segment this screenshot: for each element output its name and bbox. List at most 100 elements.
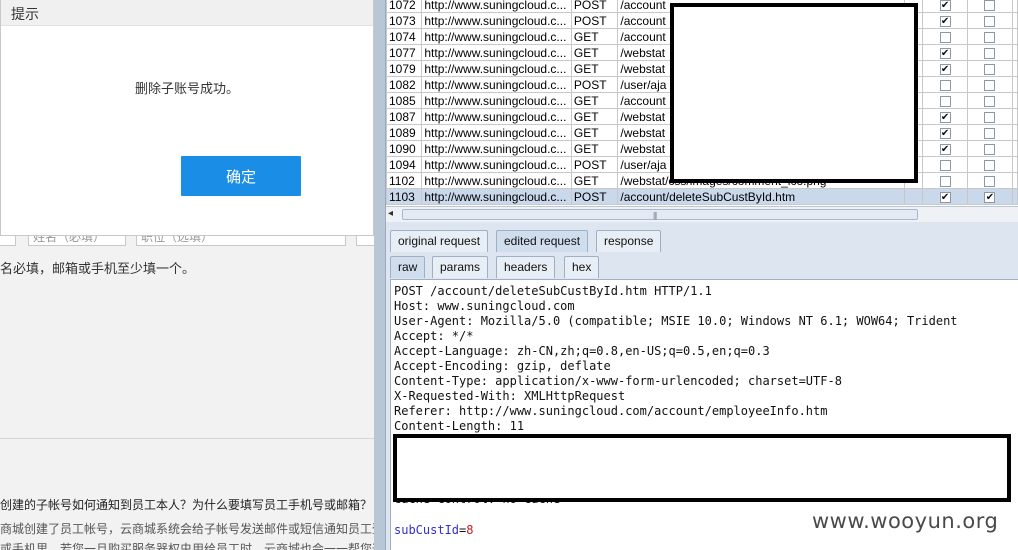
request-line: POST /account/deleteSubCustById.htm HTTP… (394, 284, 712, 298)
section-divider (0, 438, 374, 439)
request-line: Accept-Language: zh-CN,zh;q=0.8,en-US;q=… (394, 344, 770, 358)
tab-original-request[interactable]: original request (390, 230, 489, 252)
modified-checkbox[interactable]: ✔ (984, 191, 996, 203)
redaction-box (670, 3, 918, 183)
request-line: Accept: */* (394, 329, 474, 343)
request-id: 1090 (386, 140, 423, 157)
request-id: 1094 (386, 156, 423, 173)
modified-checkbox[interactable] (984, 0, 996, 11)
scrollbar-grip: ||| (653, 211, 657, 220)
intercept-checkbox[interactable]: ✔ (939, 143, 951, 155)
intercept-checkbox[interactable]: ✔ (939, 191, 951, 203)
panel-frame (374, 0, 386, 550)
request-host: http://www.suningcloud.c... (421, 108, 572, 125)
intercept-checkbox[interactable] (939, 95, 951, 107)
checkbox-cell: ✔ (922, 0, 968, 13)
checkbox-cell (967, 172, 1013, 189)
request-host: http://www.suningcloud.c... (421, 188, 572, 205)
request-host: http://www.suningcloud.c... (421, 172, 572, 189)
checkbox-cell (922, 28, 968, 45)
tab-edited-request[interactable]: edited request (496, 230, 589, 252)
intercept-checkbox[interactable]: ✔ (939, 63, 951, 75)
request-host: http://www.suningcloud.c... (421, 140, 572, 157)
dialog-title: 提示 (1, 0, 373, 26)
checkbox-cell (967, 156, 1013, 173)
modified-checkbox[interactable] (984, 143, 996, 155)
scroll-left-icon[interactable]: ◂ (388, 208, 393, 219)
checkbox-cell (967, 108, 1013, 125)
checkbox-cell (967, 28, 1013, 45)
spacer-cell (1011, 188, 1018, 205)
spacer-cell (1011, 156, 1018, 173)
request-url: /account/deleteSubCustById.htm (617, 188, 906, 205)
request-method: POST (570, 12, 619, 29)
request-id: 1085 (386, 92, 423, 109)
request-method: POST (570, 156, 619, 173)
modified-checkbox[interactable] (984, 31, 996, 43)
spacer-cell (1011, 60, 1018, 77)
intercept-checkbox[interactable]: ✔ (939, 127, 951, 139)
checkbox-cell (967, 12, 1013, 29)
request-id: 1087 (386, 108, 423, 125)
spacer-cell (1011, 12, 1018, 29)
checkbox-cell (922, 172, 968, 189)
tab-raw[interactable]: raw (390, 256, 426, 278)
spacer-cell (1011, 92, 1018, 109)
horizontal-scrollbar[interactable]: ◂ ||| (386, 206, 1018, 222)
checkbox-cell (967, 140, 1013, 157)
intercept-checkbox[interactable]: ✔ (939, 0, 951, 11)
modified-checkbox[interactable] (984, 175, 996, 187)
intercept-checkbox[interactable]: ✔ (939, 15, 951, 27)
tab-params[interactable]: params (432, 256, 489, 278)
request-host: http://www.suningcloud.c... (421, 60, 572, 77)
request-id: 1089 (386, 124, 423, 141)
request-line: Accept-Encoding: gzip, deflate (394, 359, 611, 373)
request-host: http://www.suningcloud.c... (421, 92, 572, 109)
request-method: POST (570, 76, 619, 93)
modified-checkbox[interactable] (984, 127, 996, 139)
intercept-checkbox[interactable]: ✔ (939, 47, 951, 59)
checkbox-cell: ✔ (922, 44, 968, 61)
spacer-cell (1011, 76, 1018, 93)
request-host: http://www.suningcloud.c... (421, 0, 572, 13)
modified-checkbox[interactable] (984, 111, 996, 123)
checkbox-cell: ✔ (922, 60, 968, 77)
request-method: GET (570, 28, 619, 45)
faq-question: 创建的子帐号如何通知到员工本人？为什么要填写员工手机号或邮箱？ (0, 498, 373, 512)
faq-answer-line: 或手机里，若您一旦购买服务器权虫用给员工时，云商城也会一一帮您通 (0, 542, 374, 550)
table-row[interactable]: 1103 http://www.suningcloud.c... POST/acco… (386, 188, 1018, 205)
modified-checkbox[interactable] (984, 95, 996, 107)
checkbox-cell: ✔ (922, 12, 968, 29)
spacer-cell (904, 188, 924, 205)
checkbox-cell (967, 60, 1013, 77)
request-headers-text: POST /account/deleteSubCustById.htm HTTP… (394, 284, 958, 434)
modified-checkbox[interactable] (984, 79, 996, 91)
tab-hex[interactable]: hex (564, 256, 600, 278)
spacer-cell (1011, 108, 1018, 125)
checkbox-cell: ✔ (922, 124, 968, 141)
tab-headers[interactable]: headers (496, 256, 556, 278)
intercept-checkbox[interactable] (939, 175, 951, 187)
param-value: 8 (466, 523, 474, 537)
request-method: POST (570, 188, 619, 205)
modified-checkbox[interactable] (984, 15, 996, 27)
intercept-checkbox[interactable] (939, 79, 951, 91)
request-line: User-Agent: Mozilla/5.0 (compatible; MSI… (394, 314, 958, 328)
modified-checkbox[interactable] (984, 159, 996, 171)
checkbox-cell (922, 76, 968, 93)
intercept-checkbox[interactable] (939, 159, 951, 171)
checkbox-cell: ✔ (922, 108, 968, 125)
scrollbar-thumb[interactable]: ||| (402, 209, 918, 220)
request-method: POST (570, 0, 619, 13)
modified-checkbox[interactable] (984, 47, 996, 59)
checkbox-cell (967, 92, 1013, 109)
tab-response[interactable]: response (596, 230, 662, 252)
modified-checkbox[interactable] (984, 63, 996, 75)
request-host: http://www.suningcloud.c... (421, 12, 572, 29)
checkbox-cell: ✔ (967, 188, 1013, 205)
required-hint: 名必填，邮箱或手机至少填一个。 (0, 262, 196, 277)
intercept-checkbox[interactable] (939, 31, 951, 43)
intercept-checkbox[interactable]: ✔ (939, 111, 951, 123)
redaction-box (393, 434, 1011, 502)
confirm-button[interactable]: 确定 (181, 156, 301, 196)
